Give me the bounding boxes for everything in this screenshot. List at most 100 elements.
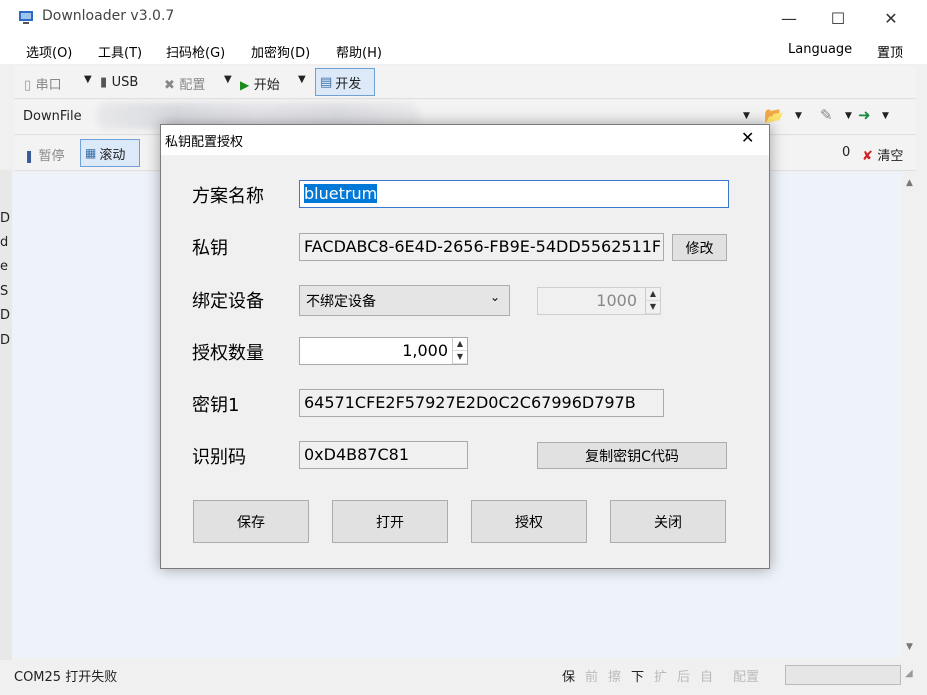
bind-device-selected: 不绑定设备 bbox=[306, 294, 376, 310]
usb-button[interactable]: ▮ USB bbox=[100, 74, 138, 90]
export-chevron-icon[interactable]: ▼ bbox=[882, 111, 889, 121]
tool-icon[interactable]: ✎ bbox=[820, 106, 833, 124]
auth-count-stepper[interactable]: 1,000 ▲ ▼ bbox=[299, 337, 468, 365]
log-count: 0 bbox=[842, 145, 851, 160]
status-option-erase[interactable]: 擦 bbox=[608, 666, 621, 685]
chevron-down-icon[interactable]: ▼ bbox=[84, 74, 92, 85]
dialog-close-button[interactable]: ✕ bbox=[741, 128, 754, 147]
menu-scanner[interactable]: 扫码枪(G) bbox=[166, 42, 225, 61]
auth-count-label: 授权数量 bbox=[192, 343, 264, 364]
close-window-button[interactable]: ✕ bbox=[868, 0, 914, 36]
resize-grip-icon[interactable]: ◢ bbox=[905, 668, 913, 679]
left-strip-char: D bbox=[0, 308, 11, 323]
status-option-expand[interactable]: 扩 bbox=[654, 666, 667, 685]
status-option-save[interactable]: 保 bbox=[562, 666, 575, 685]
left-strip-char: D bbox=[0, 211, 11, 226]
downfile-label: DownFile bbox=[23, 109, 82, 124]
spin-down-icon[interactable]: ▼ bbox=[453, 351, 467, 364]
minimize-button[interactable]: — bbox=[766, 0, 812, 36]
bind-count-stepper: 1000 ▲ ▼ bbox=[537, 287, 661, 315]
id-code-label: 识别码 bbox=[192, 447, 246, 468]
plug-icon: ▯ bbox=[24, 78, 32, 93]
scroll-down-icon[interactable]: ▼ bbox=[902, 642, 917, 652]
folder-chevron-icon[interactable]: ▼ bbox=[795, 111, 802, 121]
left-strip-char: D bbox=[0, 333, 11, 348]
status-option-auto[interactable]: 自 bbox=[700, 666, 713, 685]
serial-port-button[interactable]: ▯ 串口 bbox=[24, 74, 62, 93]
menu-dongle[interactable]: 加密狗(D) bbox=[251, 42, 310, 61]
scheme-name-input[interactable]: bluetrum bbox=[299, 180, 729, 208]
authorize-button[interactable]: 授权 bbox=[471, 500, 587, 543]
save-button[interactable]: 保存 bbox=[193, 500, 309, 543]
auth-count-spinner[interactable]: ▲ ▼ bbox=[452, 338, 467, 364]
pause-icon: ❚ bbox=[24, 149, 35, 163]
bind-device-select[interactable]: 不绑定设备 ⌄ bbox=[299, 285, 510, 316]
start-chevron-icon[interactable]: ▼ bbox=[298, 74, 306, 85]
pause-button[interactable]: ❚ 暂停 bbox=[24, 145, 65, 164]
window-title: Downloader v3.0.7 bbox=[42, 8, 175, 24]
scheme-name-label: 方案名称 bbox=[192, 186, 264, 207]
auth-count-value: 1,000 bbox=[402, 341, 448, 360]
status-option-front[interactable]: 前 bbox=[585, 666, 598, 685]
scroll-icon: ▦ bbox=[85, 146, 97, 160]
copy-key-c-code-button[interactable]: 复制密钥C代码 bbox=[537, 442, 727, 469]
minimize-icon: — bbox=[781, 8, 797, 28]
key1-label: 密钥1 bbox=[192, 395, 240, 416]
develop-button[interactable]: ▤ 开发 bbox=[315, 68, 375, 96]
clear-icon: ✘ bbox=[862, 149, 873, 164]
log-scrollbar[interactable]: ▲ ▼ bbox=[902, 172, 917, 658]
scroll-button[interactable]: ▦ 滚动 bbox=[80, 139, 140, 167]
bind-device-label: 绑定设备 bbox=[192, 291, 264, 312]
clear-button[interactable]: ✘ 清空 bbox=[862, 145, 903, 164]
scroll-label: 滚动 bbox=[99, 147, 126, 163]
tool-chevron-icon[interactable]: ▼ bbox=[845, 111, 852, 121]
progress-bar bbox=[785, 665, 901, 685]
spin-up-icon[interactable]: ▲ bbox=[453, 338, 467, 351]
menu-options[interactable]: 选项(O) bbox=[26, 42, 72, 61]
document-icon: ▤ bbox=[320, 74, 333, 90]
menu-help[interactable]: 帮助(H) bbox=[336, 42, 382, 61]
toolbar bbox=[14, 66, 916, 99]
config-chevron-icon[interactable]: ▼ bbox=[224, 74, 232, 85]
config-button[interactable]: ✖ 配置 bbox=[164, 74, 205, 93]
left-strip-char: d bbox=[0, 235, 9, 250]
serial-port-label: 串口 bbox=[35, 78, 62, 93]
menu-pin-top[interactable]: 置顶 bbox=[877, 42, 903, 61]
key1-field: 64571CFE2F57927E2D0C2C67996D797B bbox=[299, 389, 664, 417]
config-label: 配置 bbox=[179, 78, 206, 93]
develop-label: 开发 bbox=[335, 76, 362, 92]
export-icon[interactable]: ➜ bbox=[858, 106, 871, 124]
private-key-label: 私钥 bbox=[192, 238, 228, 259]
clear-label: 清空 bbox=[877, 149, 904, 164]
id-code-field: 0xD4B87C81 bbox=[299, 441, 468, 469]
close-button[interactable]: 关闭 bbox=[610, 500, 726, 543]
scheme-name-value: bluetrum bbox=[304, 184, 378, 203]
left-strip-char: S bbox=[0, 284, 9, 299]
maximize-icon: ☐ bbox=[830, 8, 846, 28]
private-key-dialog: 私钥配置授权 ✕ 方案名称 bluetrum 私钥 FACDABC8-6E4D-… bbox=[160, 124, 770, 569]
start-label: 开始 bbox=[253, 78, 280, 93]
status-config[interactable]: 配置 bbox=[733, 666, 759, 685]
start-button[interactable]: ▶ 开始 bbox=[240, 74, 280, 93]
status-option-after[interactable]: 后 bbox=[677, 666, 690, 685]
spin-up-icon: ▲ bbox=[646, 288, 660, 301]
file-dropdown-icon[interactable]: ▼ bbox=[743, 111, 750, 121]
status-option-download[interactable]: 下 bbox=[631, 666, 644, 685]
private-key-field: FACDABC8-6E4D-2656-FB9E-54DD5562511F bbox=[299, 233, 664, 261]
folder-open-icon[interactable]: 📂 bbox=[764, 106, 784, 125]
dialog-title: 私钥配置授权 bbox=[165, 135, 244, 150]
open-button[interactable]: 打开 bbox=[332, 500, 448, 543]
menu-tools[interactable]: 工具(T) bbox=[98, 42, 142, 61]
chevron-down-icon: ⌄ bbox=[490, 290, 501, 304]
play-icon: ▶ bbox=[240, 78, 250, 92]
scroll-up-icon[interactable]: ▲ bbox=[902, 178, 917, 188]
close-icon: ✕ bbox=[884, 8, 898, 28]
pause-label: 暂停 bbox=[38, 149, 65, 164]
menu-language[interactable]: Language bbox=[788, 42, 852, 57]
maximize-button[interactable]: ☐ bbox=[815, 0, 861, 36]
bind-count-value: 1000 bbox=[596, 291, 637, 310]
usb-icon: ▮ bbox=[100, 75, 108, 90]
close-icon: ✕ bbox=[741, 128, 755, 147]
modify-button[interactable]: 修改 bbox=[672, 234, 727, 261]
left-strip-char: e bbox=[0, 259, 8, 274]
